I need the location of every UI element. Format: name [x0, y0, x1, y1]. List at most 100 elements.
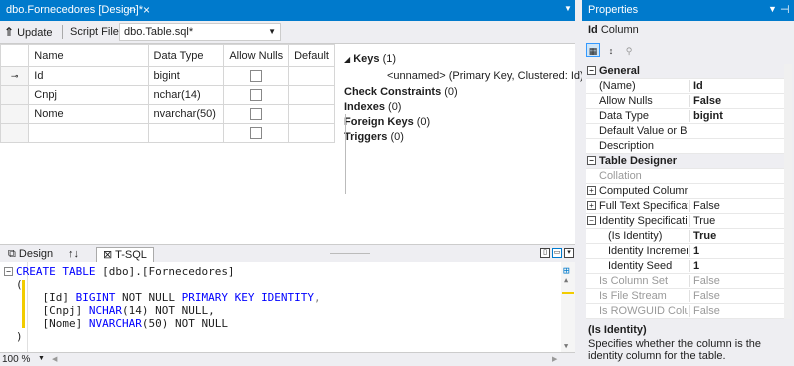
property-value[interactable]: True: [689, 215, 784, 227]
update-button[interactable]: ⇑ Update: [4, 25, 53, 39]
allow-nulls-checkbox[interactable]: [250, 70, 263, 83]
document-tab[interactable]: dbo.Fornecedores [Design]* ⇔ × ▼: [0, 0, 575, 21]
property-row[interactable]: Collation: [586, 169, 784, 184]
column-header-default[interactable]: Default: [288, 44, 335, 67]
property-value[interactable]: False: [689, 95, 784, 107]
foreign-keys-node[interactable]: Foreign Keys (0): [344, 116, 430, 128]
collapse-icon[interactable]: −: [587, 66, 596, 75]
column-header-allownulls[interactable]: Allow Nulls: [223, 44, 290, 67]
allow-nulls-checkbox[interactable]: [250, 108, 263, 121]
collapse-icon[interactable]: −: [587, 216, 596, 225]
allow-nulls-checkbox[interactable]: [250, 89, 263, 102]
tab-dropdown-icon[interactable]: ▼: [564, 4, 572, 13]
cell-datatype[interactable]: nvarchar(50): [147, 104, 225, 124]
row-selector[interactable]: [0, 85, 30, 105]
close-tab-icon[interactable]: ×: [143, 3, 150, 17]
cell-name[interactable]: Cnpj: [28, 85, 149, 105]
collapse-icon[interactable]: −: [4, 267, 13, 276]
property-row[interactable]: Is ROWGUID ColumnFalse: [586, 304, 784, 319]
indexes-node[interactable]: Indexes (0): [344, 101, 401, 113]
property-row[interactable]: +Computed Column Specification: [586, 184, 784, 199]
property-row[interactable]: Allow Nulls False: [586, 94, 784, 109]
property-category[interactable]: − General: [586, 64, 784, 79]
grid-corner[interactable]: [0, 44, 30, 67]
row-selector[interactable]: [0, 123, 30, 143]
zoom-level[interactable]: 100 %: [2, 354, 30, 365]
property-row[interactable]: (Is Identity) True: [586, 229, 784, 244]
property-category[interactable]: − Table Designer: [586, 154, 784, 169]
table-row[interactable]: Nome nvarchar(50): [0, 104, 335, 124]
cell-datatype[interactable]: bigint: [147, 66, 225, 86]
cell-default[interactable]: [288, 85, 335, 105]
allow-nulls-checkbox[interactable]: [250, 127, 263, 140]
expand-triangle-icon[interactable]: ◢: [344, 55, 350, 64]
cell-name[interactable]: [28, 123, 149, 143]
script-file-dropdown[interactable]: dbo.Table.sql* ▼: [119, 23, 281, 41]
property-value[interactable]: False: [689, 275, 784, 287]
tab-design[interactable]: ⧉ Design: [2, 247, 59, 262]
row-selector[interactable]: [0, 104, 30, 124]
property-value[interactable]: 1: [689, 260, 784, 272]
cell-name[interactable]: Id: [28, 66, 149, 86]
column-header-name[interactable]: Name: [28, 44, 149, 67]
object-selector[interactable]: Id Column: [588, 24, 639, 36]
horizontal-split-icon[interactable]: ▭: [552, 248, 562, 258]
cell-default[interactable]: [288, 66, 335, 86]
collapse-icon[interactable]: −: [587, 156, 596, 165]
property-row[interactable]: Description: [586, 139, 784, 154]
cell-datatype[interactable]: nchar(14): [147, 85, 225, 105]
expand-icon[interactable]: +: [587, 186, 596, 195]
property-value[interactable]: 1: [689, 245, 784, 257]
scroll-up-icon[interactable]: ▲: [564, 276, 568, 284]
property-row[interactable]: (Name) Id: [586, 79, 784, 94]
triggers-node[interactable]: Triggers (0): [344, 131, 404, 143]
alphabetical-icon[interactable]: ↕: [604, 44, 618, 58]
property-row[interactable]: Default Value or Binding: [586, 124, 784, 139]
table-row[interactable]: [0, 123, 335, 143]
property-value[interactable]: False: [689, 200, 784, 212]
property-value[interactable]: False: [689, 290, 784, 302]
categorized-icon[interactable]: ▦: [586, 43, 600, 57]
window-dropdown-icon[interactable]: ▼: [768, 4, 777, 14]
collapse-pane-icon[interactable]: ▾: [564, 248, 574, 258]
pane-splitter[interactable]: [345, 114, 347, 194]
editor-scrollbar[interactable]: ⊞ ▲ ▼: [561, 262, 575, 352]
property-value[interactable]: bigint: [689, 110, 784, 122]
scroll-right-icon[interactable]: ▶: [552, 355, 557, 363]
cell-default[interactable]: [288, 123, 335, 143]
splitter-grip[interactable]: [330, 253, 370, 254]
zoom-dropdown-icon[interactable]: ▼: [38, 355, 45, 362]
swap-panes-button[interactable]: ↑↓: [62, 247, 85, 262]
expand-icon[interactable]: +: [587, 201, 596, 210]
scroll-down-icon[interactable]: ▼: [564, 342, 568, 350]
cell-name[interactable]: Nome: [28, 104, 149, 124]
column-header-datatype[interactable]: Data Type: [147, 44, 225, 67]
tab-tsql[interactable]: ⊠ T-SQL: [96, 247, 154, 262]
property-row[interactable]: Is File Stream False: [586, 289, 784, 304]
pin-tab-icon[interactable]: ⇔: [127, 3, 138, 15]
property-pages-icon[interactable]: ⚲: [622, 44, 636, 58]
property-row[interactable]: Identity Seed 1: [586, 259, 784, 274]
cell-datatype[interactable]: [147, 123, 225, 143]
cell-default[interactable]: [288, 104, 335, 124]
property-grid-scrollbar[interactable]: [784, 64, 792, 319]
table-row[interactable]: Cnpj nchar(14): [0, 85, 335, 105]
property-value[interactable]: Id: [689, 80, 784, 92]
vertical-split-icon[interactable]: ▯: [540, 248, 550, 258]
property-row[interactable]: −Identity SpecificationTrue: [586, 214, 784, 229]
property-row[interactable]: Data Type bigint: [586, 109, 784, 124]
key-item[interactable]: <unnamed> (Primary Key, Clustered: Id): [387, 70, 584, 82]
pin-icon[interactable]: ⊣: [780, 3, 790, 16]
table-row[interactable]: ⊸ Id bigint: [0, 66, 335, 86]
property-row[interactable]: Identity Increment 1: [586, 244, 784, 259]
property-value[interactable]: False: [689, 305, 784, 317]
properties-titlebar[interactable]: Properties ▼ ⊣: [582, 0, 794, 21]
keys-node[interactable]: ◢ Keys (1): [344, 53, 396, 65]
scroll-left-icon[interactable]: ◀: [52, 355, 57, 363]
sql-editor[interactable]: − CREATE TABLE [dbo].[Fornecedores] ( [I…: [0, 262, 575, 352]
property-row[interactable]: +Full Text SpecificationFalse: [586, 199, 784, 214]
property-row[interactable]: Is Column Set False: [586, 274, 784, 289]
property-value[interactable]: True: [689, 230, 784, 242]
check-constraints-node[interactable]: Check Constraints (0): [344, 86, 458, 98]
property-name: Table Designer: [599, 155, 678, 167]
